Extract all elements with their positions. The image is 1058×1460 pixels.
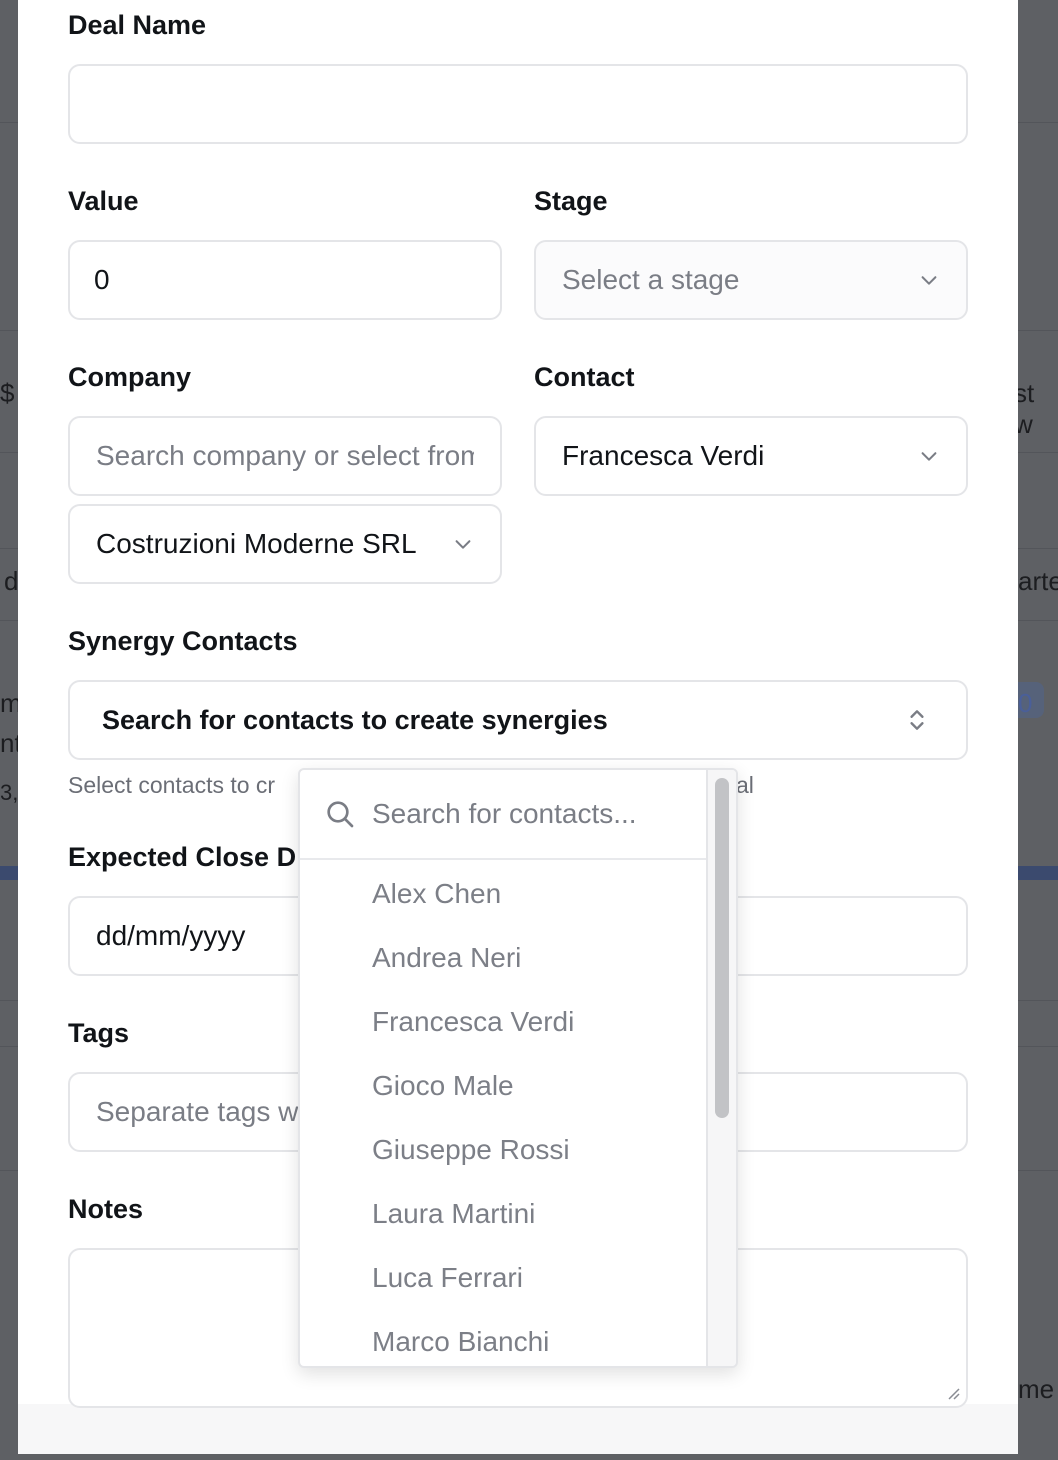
bg-text-fragment: arte [1018,566,1058,596]
contact-label: Contact [534,362,635,392]
bg-text-fragment: st w [1014,378,1035,439]
stage-select[interactable]: Select a stage [534,240,968,320]
company-search-placeholder: Search company or select from [96,440,474,471]
value-label: Value [68,186,139,216]
contact-option[interactable]: Francesca Verdi [300,990,710,1054]
deal-name-label: Deal Name [68,10,207,40]
contact-option[interactable]: Laura Martini [300,1182,710,1246]
chevron-down-icon [455,540,471,549]
contacts-list: Alex Chen Andrea Neri Francesca Verdi Gi… [300,862,710,1366]
notes-label: Notes [68,1194,144,1224]
contact-option[interactable]: Alex Chen [300,862,710,926]
bg-text-fragment: 0 [1018,688,1033,718]
company-select-value: Costruzioni Moderne SRL [96,528,417,559]
chevrons-up-down-icon [910,710,924,730]
company-select[interactable]: Costruzioni Moderne SRL [68,504,502,584]
dropdown-scrollbar-thumb[interactable] [715,778,729,1118]
contact-option[interactable]: Gioco Male [300,1054,710,1118]
synergy-contacts-combobox[interactable]: Search for contacts to create synergies [68,680,968,760]
dropdown-scrollbar[interactable] [706,770,736,1366]
contact-option[interactable]: Giuseppe Rossi [300,1118,710,1182]
bg-text-fragment: $ [0,378,15,408]
contact-select-value: Francesca Verdi [562,440,765,471]
value-input[interactable]: 0 [68,240,502,320]
tags-label: Tags [68,1018,130,1048]
bg-text-fragment: d [4,566,19,596]
resize-handle-icon[interactable] [946,1386,960,1400]
stage-select-placeholder: Select a stage [562,264,740,295]
synergy-contacts-label: Synergy Contacts [68,626,298,656]
contact-option[interactable]: Luca Ferrari [300,1246,710,1310]
value-input-value: 0 [94,264,110,295]
company-label: Company [68,362,192,392]
synergy-contacts-hint: Select contacts to cr [68,772,276,798]
chevron-down-icon [921,452,937,461]
contacts-dropdown: Search for contacts... Alex Chen Andrea … [298,768,738,1368]
deal-name-input[interactable] [68,64,968,144]
contacts-search-placeholder: Search for contacts... [372,798,637,829]
contacts-search-input[interactable]: Search for contacts... [300,770,710,860]
modal-footer-area [18,1404,1018,1454]
search-icon [327,801,354,828]
stage-label: Stage [534,186,608,216]
contact-select[interactable]: Francesca Verdi [534,416,968,496]
contact-option[interactable]: Andrea Neri [300,926,710,990]
bg-text-fragment: me [1018,1374,1055,1404]
company-search-input[interactable]: Search company or select from [68,416,502,496]
synergy-contacts-hint-end: al [736,772,754,798]
synergy-contacts-button-text: Search for contacts to create synergies [102,704,608,735]
expected-close-date-label: Expected Close D [68,842,297,872]
chevron-down-icon [921,276,937,285]
contact-option[interactable]: Marco Bianchi [300,1310,710,1366]
